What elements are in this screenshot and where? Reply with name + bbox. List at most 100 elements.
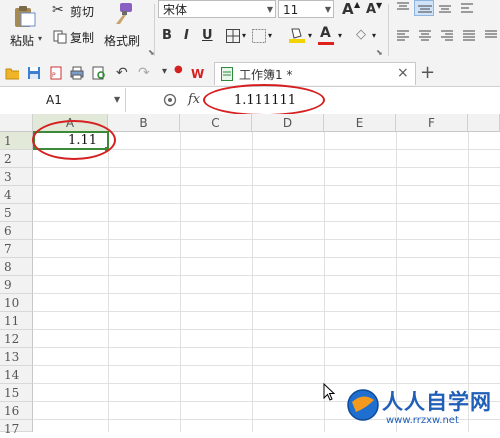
wrap-text-button[interactable] [460,2,474,14]
column-header-f[interactable]: F [396,114,468,132]
font-name-select[interactable]: 宋体 ▼ [158,0,276,18]
grid-line [33,203,500,204]
font-color-letter: A [320,25,331,41]
chevron-down-icon: ▼ [266,5,273,14]
watermark-text: 人人自学网 [382,390,492,414]
row-header[interactable]: 11 [0,312,33,330]
zoom-search-icon[interactable] [163,93,177,107]
wps-logo-icon[interactable]: W [191,66,205,80]
row-header[interactable]: 14 [0,366,33,384]
align-icon [461,3,473,13]
paste-button[interactable]: 粘贴 ▾ [6,2,46,56]
watermark: 人人自学网 www.rrzxw.net [346,384,500,432]
chevron-down-icon[interactable]: ▾ [308,31,312,40]
copy-label: 复制 [70,31,95,45]
row-header[interactable]: 3 [0,168,33,186]
distributed-align-button[interactable] [484,30,498,42]
grid-line [33,221,500,222]
column-header-g[interactable] [468,114,500,132]
row-header[interactable]: 12 [0,330,33,348]
font-color-button[interactable]: A [318,25,334,45]
name-box[interactable]: A1 ▼ [0,88,126,112]
chevron-down-icon[interactable]: ▾ [338,31,342,40]
select-all-corner[interactable] [0,114,33,132]
bold-button[interactable]: B [162,28,172,43]
row-header[interactable]: 6 [0,222,33,240]
grid-line [33,347,500,348]
align-bottom-button[interactable] [438,2,452,14]
grow-arrow-icon: ▲ [354,0,361,9]
chevron-down-icon[interactable]: ▾ [162,66,167,77]
document-tab[interactable]: 工作簿1 * × [214,62,416,85]
chevron-down-icon[interactable]: ▾ [372,31,376,40]
undo-icon[interactable]: ↶ [116,65,128,81]
underline-button[interactable]: U [202,28,213,43]
chevron-down-icon[interactable]: ▾ [268,31,272,40]
align-left-button[interactable] [396,30,410,42]
row-header[interactable]: 16 [0,402,33,420]
column-header-e[interactable]: E [324,114,396,132]
justify-icon [463,30,475,41]
row-header[interactable]: 2 [0,150,33,168]
font-color-bar [318,42,334,45]
copy-button[interactable]: 复制 [52,28,100,46]
grid-line [33,239,500,240]
row-header[interactable]: 13 [0,348,33,366]
align-right-icon [441,30,453,41]
row-header[interactable]: 1 [0,132,33,150]
align-center-button[interactable] [418,30,432,42]
row-header[interactable]: 15 [0,384,33,402]
grow-font-button[interactable]: A [342,0,354,18]
paintbrush-icon [116,3,132,24]
row-header[interactable]: 7 [0,240,33,258]
globe-logo-icon [347,389,379,421]
shrink-font-button[interactable]: A [366,2,376,17]
grid-line [33,365,500,366]
format-painter-button[interactable]: 格式刷 [104,2,148,56]
grid-line [33,329,500,330]
column-header-b[interactable]: B [108,114,180,132]
print-preview-icon[interactable] [92,66,106,80]
row-header[interactable]: 9 [0,276,33,294]
row-header[interactable]: 8 [0,258,33,276]
new-tab-button[interactable]: + [420,62,435,83]
row-header[interactable]: 4 [0,186,33,204]
chevron-down-icon: ▼ [114,95,121,104]
align-top-icon [397,2,409,10]
italic-button[interactable]: I [184,28,189,43]
row-header[interactable]: 10 [0,294,33,312]
close-tab-button[interactable]: × [397,65,409,81]
chevron-down-icon: ▾ [38,34,43,43]
row-header[interactable]: 17 [0,420,33,436]
cut-label: 剪切 [70,5,95,19]
insert-function-button[interactable]: fx [188,92,200,107]
divider [388,4,389,56]
row-header[interactable]: 5 [0,204,33,222]
grid-line [33,257,500,258]
annotation-ellipse [203,84,325,116]
print-icon[interactable] [70,66,84,80]
merge-cells-icon[interactable] [252,29,266,43]
font-size-select[interactable]: 11 ▼ [278,0,334,18]
document-tab-title: 工作簿1 * [239,68,293,82]
column-header-c[interactable]: C [180,114,252,132]
align-middle-button[interactable] [414,0,434,16]
fill-color-icon[interactable] [288,26,306,44]
chevron-down-icon[interactable]: ▾ [242,31,246,40]
justify-button[interactable] [462,30,476,42]
open-folder-icon[interactable] [5,66,19,80]
align-top-button[interactable] [396,2,410,14]
borders-icon[interactable] [226,29,240,43]
align-right-button[interactable] [440,30,454,42]
dialog-launcher-icon[interactable]: ⬊ [376,48,383,57]
grid-line [33,293,500,294]
scissors-icon: ✂ [52,2,64,18]
grid-line [33,185,500,186]
save-icon[interactable] [27,66,41,80]
column-header-d[interactable]: D [252,114,324,132]
export-pdf-icon[interactable]: P [49,66,63,80]
cut-button[interactable]: ✂ 剪切 [52,2,100,20]
grid-line [33,275,500,276]
clear-format-icon[interactable]: ◇ [356,27,366,42]
redo-icon[interactable]: ↷ [138,65,150,81]
